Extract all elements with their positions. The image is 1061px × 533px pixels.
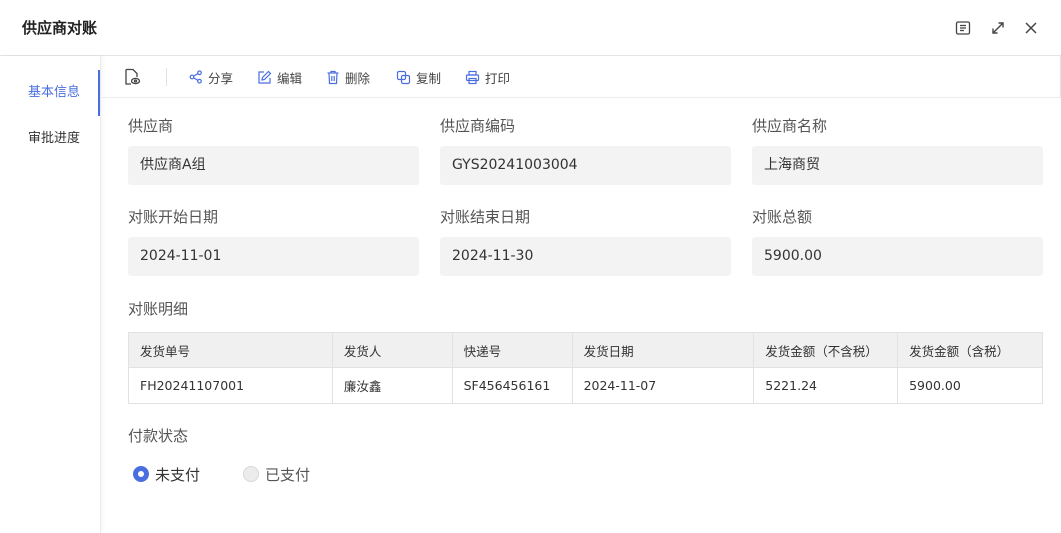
supplier-name-field[interactable]: 上海商贸 <box>752 146 1043 185</box>
supplier-label: 供应商 <box>128 117 174 135</box>
print-label: 打印 <box>485 70 511 86</box>
sidebar-item-label: 审批进度 <box>28 131 81 146</box>
delete-button[interactable]: 删除 <box>326 68 370 86</box>
window-title: 供应商对账 <box>22 19 98 37</box>
payment-status-label: 付款状态 <box>128 427 189 445</box>
radio-paid-label: 已支付 <box>265 465 311 484</box>
sidebar-item-basic-info[interactable]: 基本信息 <box>0 70 101 116</box>
supplier-code-field[interactable]: GYS20241003004 <box>440 146 731 185</box>
column-header-shipper: 发货人 <box>331 332 453 368</box>
copy-button[interactable]: 复制 <box>396 68 441 86</box>
copy-label: 复制 <box>416 70 442 86</box>
table-cell: 2024-11-07 <box>571 367 755 404</box>
start-date-label: 对账开始日期 <box>128 208 219 226</box>
table-cell: 5221.24 <box>753 367 899 404</box>
column-header-ship-date: 发货日期 <box>571 332 755 368</box>
column-header-amount-excl-tax: 发货金额（不含税） <box>753 332 899 368</box>
supplier-field[interactable]: 供应商A组 <box>128 146 419 185</box>
toolbar: 分享 编辑 删除 复制 打印 <box>101 56 1061 98</box>
end-date-field[interactable]: 2024-11-30 <box>440 237 731 276</box>
share-icon <box>189 70 202 84</box>
detail-table: 发货单号 发货人 快递号 发货日期 发货金额（不含税） 发货金额（含税） FH2… <box>128 332 1043 404</box>
edit-label: 编辑 <box>277 70 303 86</box>
table-cell: SF456456161 <box>451 367 573 404</box>
close-icon[interactable] <box>1021 18 1041 38</box>
total-amount-label: 对账总额 <box>752 208 813 226</box>
end-date-label: 对账结束日期 <box>440 208 531 226</box>
print-button[interactable]: 打印 <box>465 68 510 86</box>
print-icon <box>465 70 480 84</box>
detail-section-label: 对账明细 <box>128 300 189 318</box>
copy-icon <box>396 70 411 84</box>
radio-paid[interactable]: 已支付 <box>243 465 311 484</box>
column-header-amount-incl-tax: 发货金额（含税） <box>897 332 1043 368</box>
radio-unpaid[interactable]: 未支付 <box>133 465 201 484</box>
table-cell: FH20241107001 <box>128 367 333 404</box>
share-button[interactable]: 分享 <box>189 68 233 86</box>
radio-unpaid-label: 未支付 <box>155 465 201 484</box>
document-icon[interactable] <box>953 18 973 38</box>
sidebar: 基本信息 审批进度 <box>0 56 101 533</box>
toolbar-divider <box>166 68 167 86</box>
sidebar-item-approval-progress[interactable]: 审批进度 <box>0 116 101 162</box>
supplier-code-label: 供应商编码 <box>440 117 516 135</box>
radio-unchecked-icon <box>243 466 259 482</box>
window-header: 供应商对账 <box>0 0 1061 56</box>
expand-icon[interactable] <box>988 18 1008 38</box>
supplier-name-label: 供应商名称 <box>752 117 828 135</box>
trash-icon <box>327 70 339 84</box>
edit-icon <box>258 70 272 84</box>
table-row: FH20241107001 廉汝鑫 SF456456161 2024-11-07… <box>128 367 1043 404</box>
edit-button[interactable]: 编辑 <box>257 68 302 86</box>
start-date-field[interactable]: 2024-11-01 <box>128 237 419 276</box>
column-header-shipment-no: 发货单号 <box>128 332 333 368</box>
share-label: 分享 <box>208 70 234 86</box>
total-amount-field[interactable]: 5900.00 <box>752 237 1043 276</box>
delete-label: 删除 <box>345 70 371 86</box>
radio-checked-icon <box>133 466 149 482</box>
table-cell: 5900.00 <box>897 367 1043 404</box>
sidebar-item-label: 基本信息 <box>28 85 81 100</box>
view-file-icon[interactable] <box>123 68 141 86</box>
table-cell: 廉汝鑫 <box>331 367 453 404</box>
column-header-tracking-no: 快递号 <box>451 332 573 368</box>
active-tab-indicator <box>98 70 100 116</box>
table-header-row: 发货单号 发货人 快递号 发货日期 发货金额（不含税） 发货金额（含税） <box>128 332 1043 368</box>
